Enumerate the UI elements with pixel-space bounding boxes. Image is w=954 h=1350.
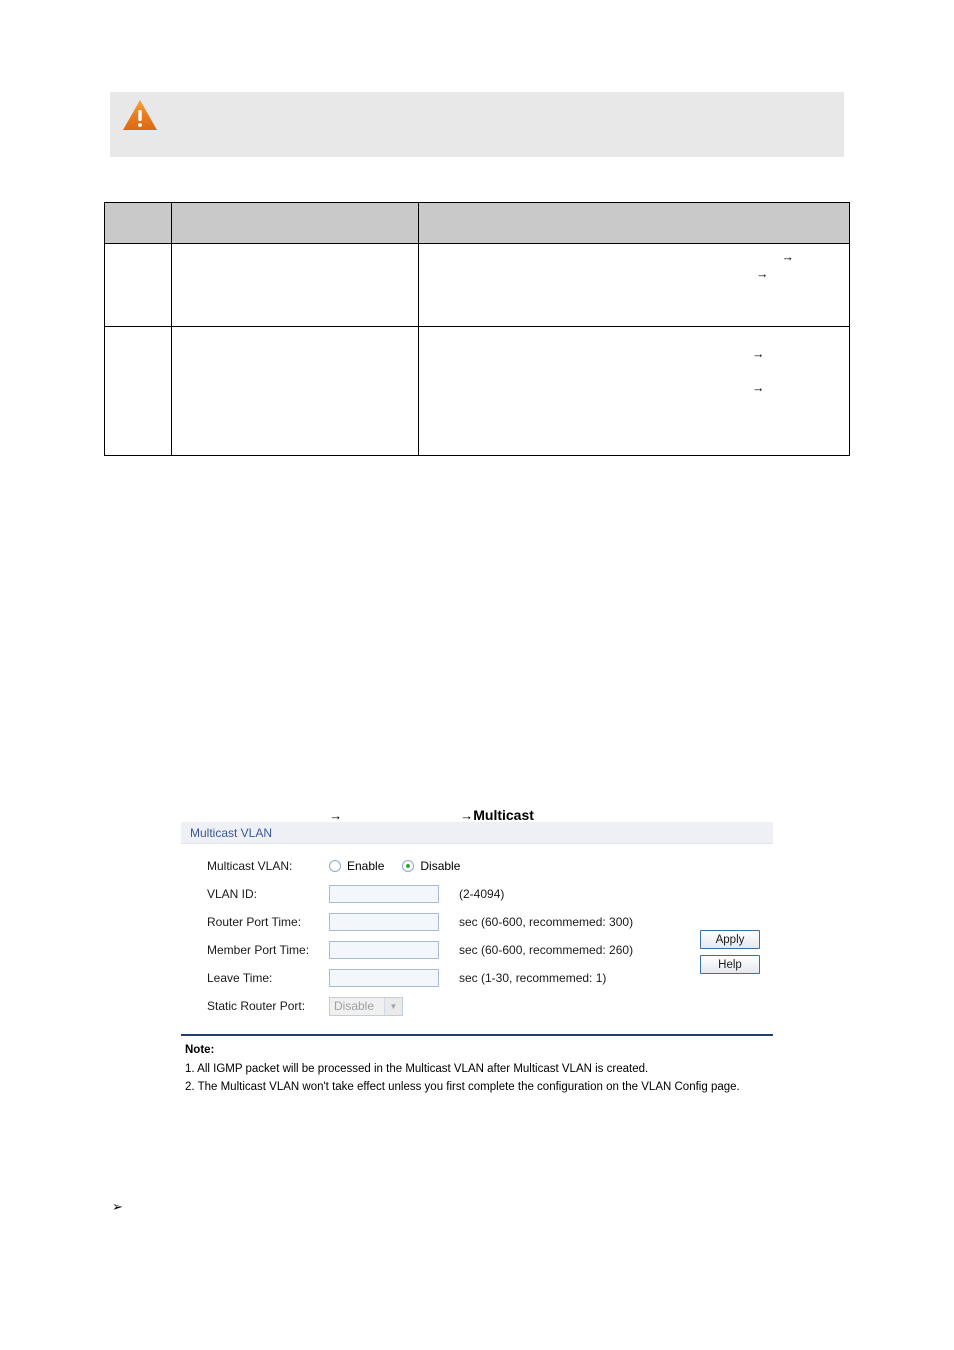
radio-option-enable[interactable]: Enable	[329, 859, 384, 873]
path-arrow-icon: →	[756, 267, 769, 281]
radio-enable-label: Enable	[347, 859, 385, 873]
member-port-time-input[interactable]	[329, 941, 439, 959]
path-arrow-icon: →	[781, 250, 795, 264]
hint-router-port-time: sec (60-600, recommemed: 300)	[459, 915, 634, 929]
warning-triangle-icon	[120, 97, 160, 133]
path-arrow-icon: →	[752, 347, 765, 361]
path-arrow-icon: →	[329, 808, 343, 823]
label-router-port-time: Router Port Time:	[207, 915, 302, 929]
radio-disable-label: Disable	[420, 859, 461, 873]
table-header-term	[171, 202, 419, 244]
radio-group-multicast-vlan: Enable Disable	[329, 859, 472, 873]
section-bullet: ➢	[112, 1200, 131, 1215]
field-slot-router-port-time	[329, 913, 459, 931]
vlan-id-input[interactable]	[329, 885, 439, 903]
radio-option-disable[interactable]: Disable	[402, 859, 460, 873]
table-header-description	[418, 202, 850, 244]
table-cell-description: → →	[418, 243, 850, 327]
field-slot-vlan-id	[329, 885, 459, 903]
field-slot-static-router-port: Disable ▼	[329, 996, 459, 1016]
note-title: Note:	[185, 1044, 215, 1056]
router-port-time-input[interactable]	[329, 913, 439, 931]
note-line-2: 2. The Multicast VLAN won't take effect …	[185, 1081, 740, 1093]
hint-member-port-time: sec (60-600, recommemed: 260)	[459, 943, 634, 957]
table-cell-term	[171, 243, 419, 327]
form-row-router-port-time: Router Port Time: sec (60-600, recommeme…	[181, 908, 773, 936]
panel-header: Multicast VLAN	[181, 822, 773, 844]
label-multicast-vlan: Multicast VLAN:	[207, 859, 293, 873]
radio-disable-indicator[interactable]	[402, 860, 415, 872]
panel-title: Multicast VLAN	[190, 825, 273, 840]
bullet-arrow-icon: ➢	[112, 1200, 123, 1215]
table-cell-index	[104, 243, 172, 327]
table-cell-term	[171, 326, 419, 456]
label-static-router-port: Static Router Port:	[207, 999, 306, 1013]
leave-time-input[interactable]	[329, 969, 439, 987]
form-row-multicast-vlan: Multicast VLAN: Enable Disable	[181, 852, 773, 880]
hint-vlan-id: (2-4094)	[459, 887, 505, 901]
table-cell-index	[104, 326, 172, 456]
note-divider	[181, 1034, 773, 1036]
help-button[interactable]: Help	[700, 955, 760, 974]
label-leave-time: Leave Time:	[207, 971, 273, 985]
table-row: → →	[104, 243, 850, 327]
table-row: → →	[104, 326, 850, 456]
table-cell-description: → →	[418, 326, 850, 456]
label-member-port-time: Member Port Time:	[207, 943, 310, 957]
static-router-port-select: Disable ▼	[329, 996, 403, 1016]
warning-callout	[110, 92, 844, 157]
chevron-down-icon: ▼	[384, 997, 402, 1015]
hint-leave-time: sec (1-30, recommemed: 1)	[459, 971, 607, 985]
apply-button[interactable]: Apply	[700, 930, 760, 949]
table-header-row	[104, 202, 850, 244]
multicast-vlan-panel: Multicast VLAN Multicast VLAN: Enable Di…	[181, 822, 773, 1103]
spec-table: → → → →	[104, 202, 850, 456]
radio-enable-indicator[interactable]	[329, 860, 341, 872]
navigation-path: → →Multicast	[104, 788, 850, 825]
field-slot-member-port-time	[329, 941, 459, 959]
label-vlan-id: VLAN ID:	[207, 887, 258, 901]
form-row-leave-time: Leave Time: sec (1-30, recommemed: 1)	[181, 964, 773, 992]
path-arrow-icon: →	[460, 808, 474, 823]
form-row-static-router-port: Static Router Port: Disable ▼	[181, 992, 773, 1020]
static-router-port-value: Disable	[334, 999, 375, 1013]
panel-body: Multicast VLAN: Enable Disable VLAN ID: …	[181, 844, 773, 1103]
note-block: Note: 1. All IGMP packet will be process…	[181, 1042, 773, 1095]
form-row-member-port-time: Member Port Time: sec (60-600, recommeme…	[181, 936, 773, 964]
form-row-vlan-id: VLAN ID: (2-4094)	[181, 880, 773, 908]
path-target-label: Multicast	[473, 807, 534, 823]
field-slot-leave-time	[329, 969, 459, 987]
panel-button-column: Apply Help	[700, 930, 760, 974]
note-line-1: 1. All IGMP packet will be processed in …	[185, 1063, 649, 1075]
table-header-index	[104, 202, 172, 244]
path-arrow-icon: →	[752, 381, 765, 395]
